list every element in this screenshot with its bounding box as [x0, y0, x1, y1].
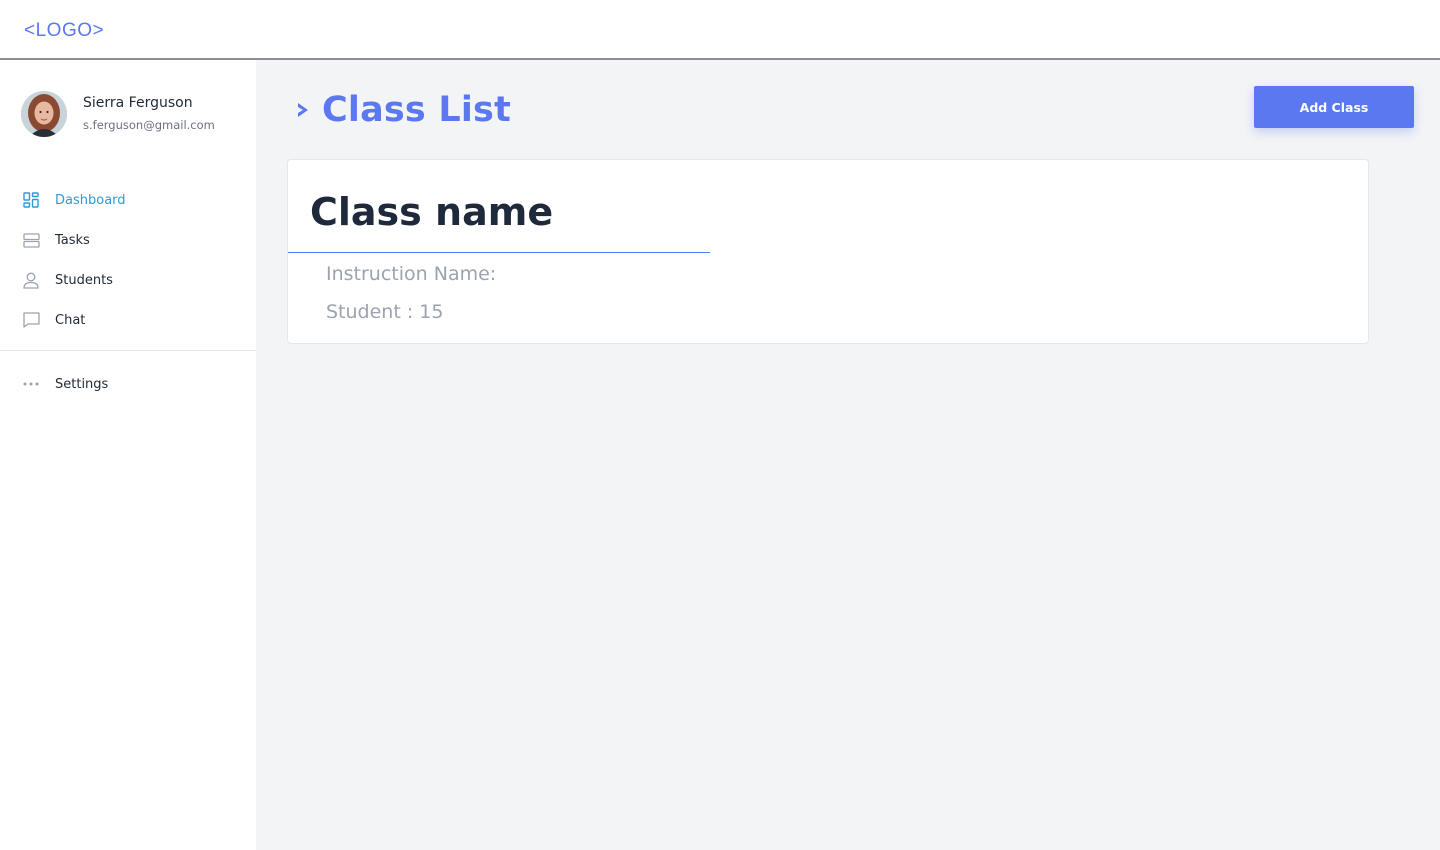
- nav-divider: [0, 350, 256, 351]
- add-class-button[interactable]: Add Class: [1254, 86, 1414, 128]
- dashboard-icon: [22, 191, 40, 209]
- sidebar-nav: Dashboard Tasks Students Chat: [0, 180, 256, 340]
- user-icon: [22, 271, 40, 289]
- user-profile[interactable]: Sierra Ferguson s.ferguson@gmail.com: [21, 91, 251, 139]
- more-dots-icon: [22, 375, 40, 393]
- sidebar-item-settings[interactable]: Settings: [0, 364, 256, 404]
- sidebar-item-label: Settings: [55, 376, 109, 392]
- user-email: s.ferguson@gmail.com: [83, 118, 215, 132]
- user-name: Sierra Ferguson: [83, 95, 193, 111]
- top-bar: <LOGO>: [0, 0, 1440, 60]
- chat-icon: [22, 311, 40, 329]
- page-heading: Class List: [294, 88, 511, 132]
- class-card[interactable]: Class name Instruction Name: Student : 1…: [287, 159, 1369, 344]
- class-name: Class name: [310, 190, 554, 234]
- sidebar-item-students[interactable]: Students: [0, 260, 256, 300]
- chevron-right-icon: [298, 103, 308, 117]
- sidebar: Sierra Ferguson s.ferguson@gmail.com Das…: [0, 60, 256, 850]
- sidebar-item-label: Tasks: [55, 232, 90, 248]
- logo[interactable]: <LOGO>: [24, 20, 104, 42]
- page-title: Class List: [322, 90, 512, 130]
- instructor-label: Instruction Name:: [326, 263, 497, 285]
- student-count: Student : 15: [326, 301, 444, 323]
- sidebar-item-label: Dashboard: [55, 192, 126, 208]
- sidebar-item-label: Students: [55, 272, 113, 288]
- sidebar-settings-group: Settings: [0, 364, 256, 404]
- main-content: Class List Add Class Class name Instruct…: [256, 60, 1440, 850]
- tasks-icon: [22, 231, 40, 249]
- avatar[interactable]: [21, 91, 67, 137]
- sidebar-item-label: Chat: [55, 312, 86, 328]
- sidebar-item-chat[interactable]: Chat: [0, 300, 256, 340]
- card-divider: [288, 252, 710, 253]
- sidebar-item-dashboard[interactable]: Dashboard: [0, 180, 256, 220]
- sidebar-item-tasks[interactable]: Tasks: [0, 220, 256, 260]
